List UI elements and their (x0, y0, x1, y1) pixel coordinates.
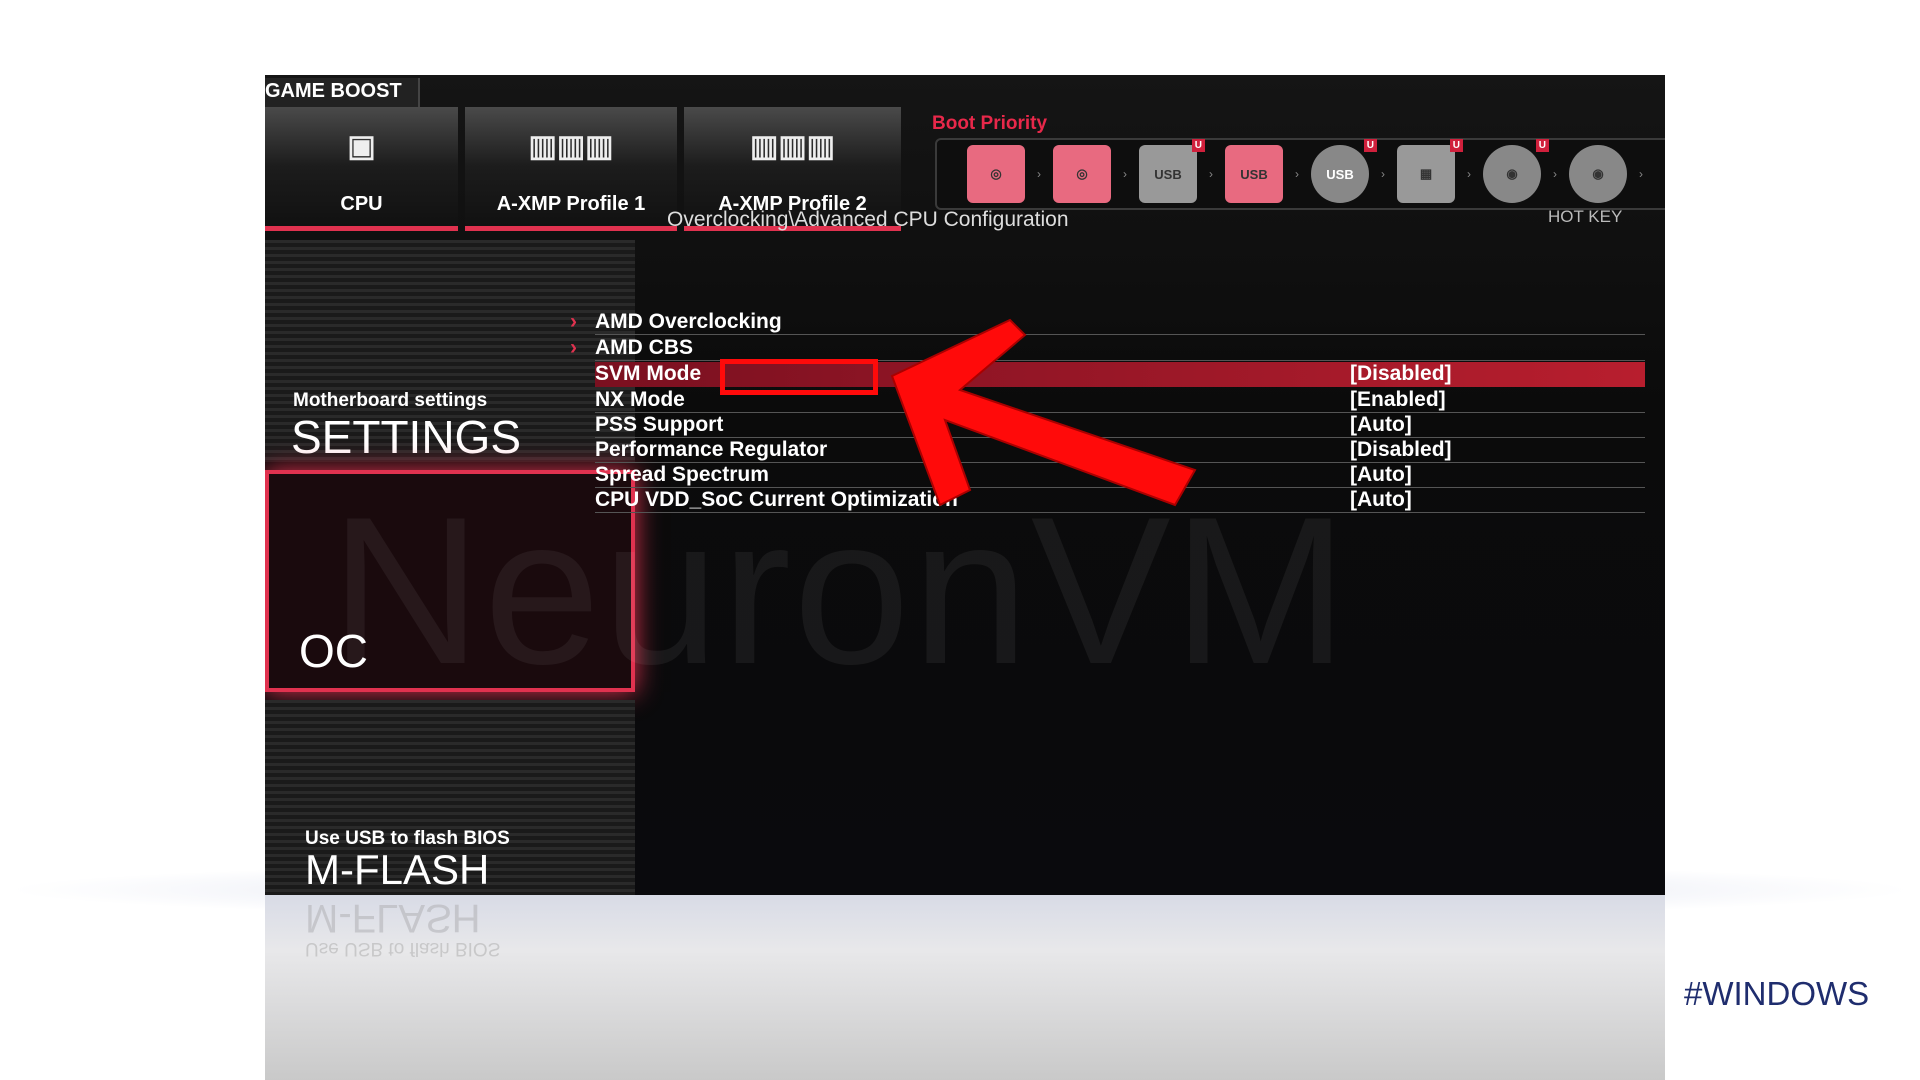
reflection-mflash: M-FLASH (305, 896, 481, 940)
reflection: M-FLASH Use USB to flash BIOS (265, 895, 1665, 1080)
reflection-mflash-sub: Use USB to flash BIOS (305, 938, 501, 959)
bios-screen: GAME BOOST ▣ CPU ▥▥▥ A-XMP Profile 1 ▥▥▥ A-… (265, 75, 1665, 895)
annotation-arrow-icon (890, 318, 1197, 507)
windows-tag: #WINDOWS (1684, 975, 1870, 1012)
